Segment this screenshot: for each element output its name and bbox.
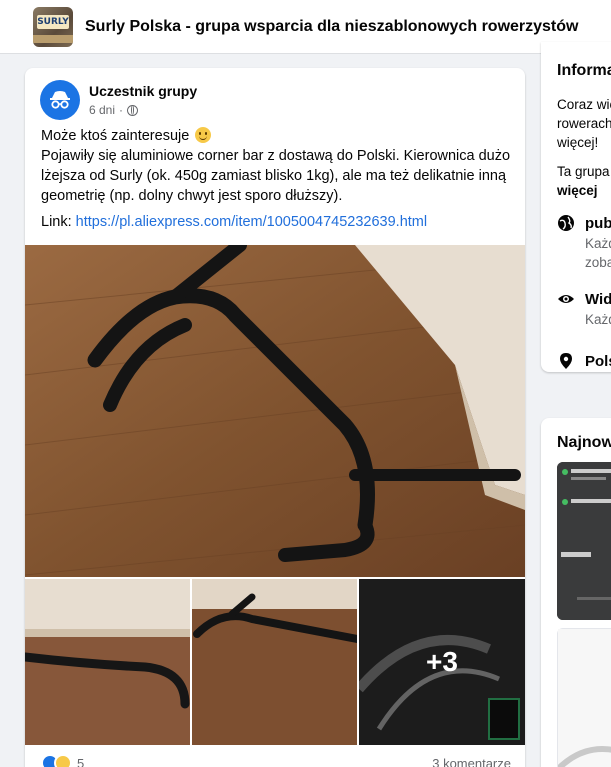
about-description-2: Ta grupa… więcej bbox=[557, 162, 611, 200]
recent-media-title: Najnowsze bbox=[557, 434, 611, 451]
location-title[interactable]: Polska bbox=[585, 352, 611, 372]
about-row-privacy: publiczna Każdy… zobaczyć… bbox=[557, 214, 611, 272]
about-desc2-prefix: Ta grupa… bbox=[557, 164, 611, 179]
haha-reaction-icon[interactable] bbox=[54, 754, 72, 767]
post-photo-thumb-1[interactable] bbox=[25, 579, 190, 745]
link-label: Link: bbox=[41, 214, 72, 230]
privacy-title: publiczna bbox=[585, 215, 611, 232]
about-row-location: Polska bbox=[557, 352, 611, 372]
separator-dot: · bbox=[119, 103, 124, 117]
location-pin-icon bbox=[560, 353, 572, 369]
about-row-visibility: Widoczna Każdy… bbox=[557, 290, 611, 329]
post-header: Uczestnik grupy 6 dni · bbox=[40, 80, 197, 120]
post-text: Może ktoś zainteresuje Pojawiły się alum… bbox=[41, 126, 511, 206]
post-text-body: Pojawiły się aluminiowe corner bar z dos… bbox=[41, 148, 511, 204]
recent-media-thumb-2[interactable] bbox=[555, 628, 611, 767]
about-title: Informacje bbox=[557, 62, 611, 79]
comments-count[interactable]: 3 komentarze bbox=[432, 756, 511, 767]
group-logo-strip bbox=[33, 34, 73, 43]
more-photos-overlay[interactable]: +3 bbox=[359, 579, 525, 745]
globe-icon[interactable] bbox=[127, 104, 139, 116]
aliexpress-link[interactable]: https://pl.aliexpress.com/item/100500474… bbox=[76, 214, 427, 230]
group-post: Uczestnik grupy 6 dni · Może ktoś zainte… bbox=[25, 68, 525, 767]
smile-emoji-icon bbox=[195, 127, 212, 143]
group-header-bar: SURLY Surly Polska - grupa wsparcia dla … bbox=[0, 0, 611, 54]
group-logo-text: SURLY bbox=[37, 14, 69, 29]
about-group-card: Informacje Coraz więcej osób jeździ na r… bbox=[541, 42, 611, 372]
post-text-intro: Może ktoś zainteresuje bbox=[41, 128, 190, 144]
about-description: Coraz więcej osób jeździ na rowerach Sur… bbox=[557, 97, 611, 150]
post-photo-thumb-2[interactable] bbox=[192, 579, 357, 745]
post-meta: 6 dni · bbox=[89, 102, 197, 118]
group-avatar[interactable]: SURLY bbox=[33, 6, 73, 47]
post-photo-thumb-3[interactable]: +3 bbox=[359, 579, 525, 745]
recent-media-card: Najnowsze bbox=[541, 418, 611, 767]
anonymous-member-avatar[interactable] bbox=[40, 80, 80, 120]
see-more-link[interactable]: więcej bbox=[557, 183, 598, 198]
post-main-photo[interactable] bbox=[25, 245, 525, 577]
post-link-line: Link: https://pl.aliexpress.com/item/100… bbox=[41, 214, 427, 230]
incognito-icon bbox=[50, 91, 70, 109]
privacy-sub-2: zobaczyć… bbox=[585, 255, 611, 270]
author-block: Uczestnik grupy 6 dni · bbox=[89, 82, 197, 118]
post-time[interactable]: 6 dni bbox=[89, 102, 115, 118]
visibility-title: Widoczna bbox=[585, 291, 611, 308]
visibility-sub-1: Każdy… bbox=[585, 312, 611, 327]
reactions-bar: 5 3 komentarze bbox=[41, 754, 511, 767]
reaction-count[interactable]: 5 bbox=[77, 756, 84, 767]
recent-media-thumb-1[interactable] bbox=[557, 462, 611, 620]
globe-icon bbox=[558, 215, 574, 231]
eye-icon bbox=[558, 295, 574, 303]
group-title[interactable]: Surly Polska - grupa wsparcia dla niesza… bbox=[85, 18, 578, 36]
privacy-sub-1: Każdy… bbox=[585, 236, 611, 251]
post-author[interactable]: Uczestnik grupy bbox=[89, 82, 197, 100]
